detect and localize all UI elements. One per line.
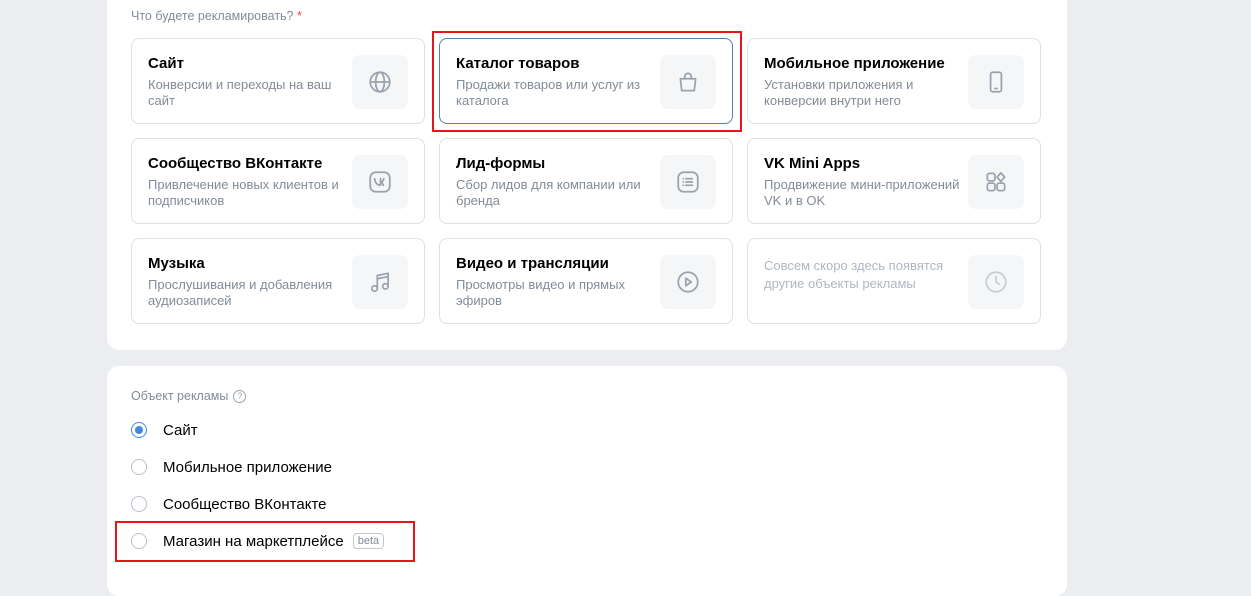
tile-title: Сайт (148, 55, 184, 72)
required-asterisk: * (297, 9, 302, 23)
tile-description: Прослушивания и добавления аудиозаписей (148, 277, 333, 308)
radio-label: Мобильное приложение (163, 458, 332, 476)
tile-mobile-app[interactable]: Мобильное приложение Установки приложени… (747, 38, 1041, 124)
radio-unchecked-icon[interactable] (131, 496, 147, 512)
tile-website[interactable]: Сайт Конверсии и переходы на ваш сайт (131, 38, 425, 124)
tile-description: Просмотры видео и прямых эфиров (456, 277, 625, 308)
tile-vk-community[interactable]: Сообщество ВКонтакте Привлечение новых к… (131, 138, 425, 224)
tile-title: Музыка (148, 255, 205, 272)
tile-description: Продвижение мини-приложений VK и в OK (764, 177, 960, 208)
tile-product-catalog[interactable]: Каталог товаров Продажи товаров или услу… (439, 38, 733, 124)
globe-icon (352, 55, 408, 109)
radio-unchecked-icon[interactable] (131, 459, 147, 475)
tile-description: Продажи товаров или услуг из каталога (456, 77, 641, 108)
ad-type-question: Что будете рекламировать? * (131, 9, 302, 23)
radio-option-mobile-app[interactable]: Мобильное приложение (131, 454, 332, 480)
radio-option-vk-community[interactable]: Сообщество ВКонтакте (131, 491, 327, 517)
tile-description: Совсем скоро здесь появятся другие объек… (764, 258, 944, 291)
tile-title: Лид-формы (456, 155, 546, 172)
tile-vk-mini-apps[interactable]: VK Mini Apps Продвижение мини-приложений… (747, 138, 1041, 224)
radio-option-website[interactable]: Сайт (131, 417, 198, 443)
music-note-icon (352, 255, 408, 309)
radio-option-marketplace-store[interactable]: Магазин на маркетплейсе beta (131, 528, 385, 554)
tile-description: Установки приложения и конверсии внутри … (764, 77, 914, 108)
radio-unchecked-icon[interactable] (131, 533, 147, 549)
radio-label: Сайт (163, 421, 198, 439)
tile-description: Сбор лидов для компании или бренда (456, 177, 641, 208)
tile-title: Видео и трансляции (456, 255, 609, 272)
tile-description: Привлечение новых клиентов и подписчиков (148, 177, 339, 208)
beta-badge: beta (352, 533, 385, 549)
radio-checked-icon[interactable] (131, 422, 147, 438)
tile-title: Сообщество ВКонтакте (148, 155, 323, 172)
smartphone-icon (968, 55, 1024, 109)
tile-title: Каталог товаров (456, 55, 580, 72)
ad-object-card: Объект рекламы ? Сайт Мобильное приложен… (107, 366, 1067, 596)
clock-icon (968, 255, 1024, 309)
play-circle-icon (660, 255, 716, 309)
apps-grid-icon (968, 155, 1024, 209)
list-icon (660, 155, 716, 209)
tile-title: Мобильное приложение (764, 55, 945, 72)
ad-type-card: Что будете рекламировать? * Сайт Конверс… (107, 0, 1067, 350)
radio-label: Сообщество ВКонтакте (163, 495, 327, 513)
vk-logo-icon (352, 155, 408, 209)
ad-object-label: Объект рекламы ? (131, 389, 247, 403)
tile-music[interactable]: Музыка Прослушивания и добавления аудиоз… (131, 238, 425, 324)
tile-coming-soon: Совсем скоро здесь появятся другие объек… (747, 238, 1041, 324)
shopping-bag-icon (660, 55, 716, 109)
tile-video-streams[interactable]: Видео и трансляции Просмотры видео и пря… (439, 238, 733, 324)
radio-label: Магазин на маркетплейсе (163, 532, 344, 550)
tile-description: Конверсии и переходы на ваш сайт (148, 77, 332, 108)
tile-title: VK Mini Apps (764, 155, 861, 172)
help-icon[interactable]: ? (233, 389, 247, 403)
tile-lead-forms[interactable]: Лид-формы Сбор лидов для компании или бр… (439, 138, 733, 224)
